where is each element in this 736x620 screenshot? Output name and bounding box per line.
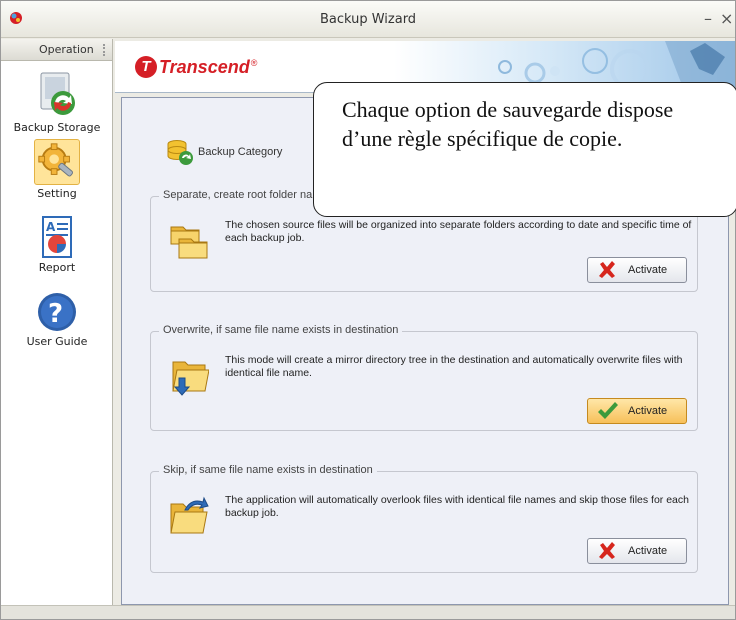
backup-category-header: Backup Category (166, 138, 282, 166)
backup-storage-icon (40, 72, 75, 115)
status-bar (1, 605, 735, 619)
setting-icon (34, 139, 80, 185)
cross-icon (599, 261, 615, 278)
logo-registered: ® (250, 58, 258, 68)
close-button[interactable]: × (720, 9, 733, 28)
logo-mark: T (135, 56, 157, 78)
check-icon (598, 402, 618, 419)
callout-text: Chaque option de sauvegarde dispose d’un… (342, 97, 674, 151)
skip-folder-icon (170, 496, 209, 534)
cross-icon (599, 542, 615, 559)
option-title: Overwrite, if same file name exists in d… (159, 324, 403, 336)
option-description: The chosen source files will be organize… (225, 219, 692, 244)
report-icon: A (42, 216, 72, 258)
transcend-logo: T Transcend ® (135, 53, 257, 81)
activate-button-label: Activate (628, 405, 668, 417)
activate-button[interactable]: Activate (587, 398, 687, 424)
sidebar-item-label: Setting (37, 187, 77, 200)
sidebar-item-label: Report (38, 261, 76, 274)
separate-folders-icon (170, 226, 208, 259)
sidebar-header-label: Operation (39, 43, 94, 56)
option-title: Separate, create root folder nar (159, 189, 320, 201)
sidebar-item-user-guide[interactable]: ? User Guide (1, 291, 113, 348)
svg-text:?: ? (48, 299, 63, 329)
backup-category-label: Backup Category (198, 146, 283, 158)
sidebar-item-label: User Guide (26, 335, 88, 348)
option-description: The application will automatically overl… (225, 494, 689, 519)
activate-button-label: Activate (628, 264, 668, 276)
minimize-button[interactable]: – (704, 9, 712, 28)
activate-button[interactable]: Activate (587, 538, 687, 564)
sidebar-item-label: Backup Storage (13, 121, 101, 134)
option-description: This mode will create a mirror directory… (225, 354, 683, 379)
activate-button[interactable]: Activate (587, 257, 687, 283)
backup-category-icon (167, 140, 193, 165)
operation-sidebar: Operation Backup Storage Setting A Repor… (1, 39, 113, 605)
sidebar-grip-icon[interactable] (103, 44, 106, 56)
sidebar-item-report[interactable]: A Report (1, 215, 113, 274)
activate-button-label: Activate (628, 545, 668, 557)
backup-option-overwrite: Overwrite, if same file name exists in d… (150, 324, 698, 431)
window-title: Backup Wizard (319, 12, 417, 27)
option-title: Skip, if same file name exists in destin… (159, 464, 377, 476)
sidebar-item-backup-storage[interactable]: Backup Storage (1, 69, 113, 134)
sidebar-item-setting[interactable]: Setting (1, 139, 113, 200)
annotation-callout: Chaque option de sauvegarde dispose d’un… (313, 82, 736, 217)
title-bar: Backup Wizard – × (1, 1, 735, 38)
overwrite-folder-icon (172, 361, 209, 396)
logo-text: Transcend (159, 56, 250, 77)
backup-option-skip: Skip, if same file name exists in destin… (150, 464, 698, 573)
user-guide-icon: ? (38, 293, 76, 331)
svg-text:A: A (46, 220, 56, 234)
sidebar-header: Operation (1, 39, 112, 61)
